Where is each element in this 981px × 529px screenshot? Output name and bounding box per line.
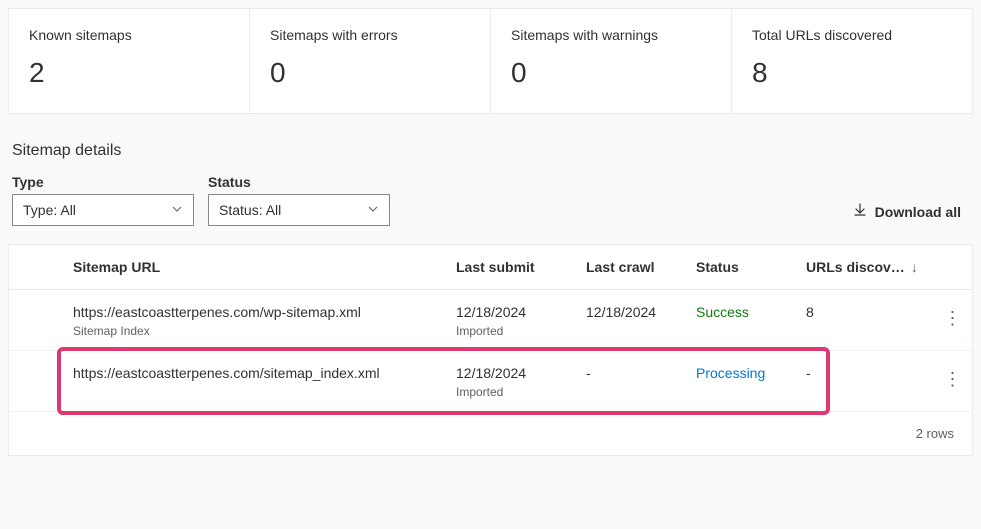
download-all-button[interactable]: Download all [845,197,969,226]
stat-label: Sitemaps with errors [270,27,470,43]
download-icon [853,203,867,220]
table-row[interactable]: https://eastcoastterpenes.com/wp-sitemap… [9,290,972,351]
sitemap-type: Sitemap Index [73,324,448,338]
status-value: Success [692,304,802,320]
col-last-crawl[interactable]: Last crawl [582,259,692,275]
table-row[interactable]: https://eastcoastterpenes.com/sitemap_in… [9,351,972,412]
type-dropdown-value: Type: All [23,202,76,218]
filters-row: Type Type: All Status Status: All Downlo… [12,174,973,226]
col-urls-discovered[interactable]: URLs discov… ↓ [802,259,932,275]
last-submit-date: 12/18/2024 [456,304,578,320]
filter-status-label: Status [208,174,390,190]
sort-arrow-down-icon: ↓ [911,259,918,275]
stat-card-sitemaps-warnings: Sitemaps with warnings 0 [491,9,732,113]
last-crawl-date: - [582,365,692,381]
filter-type-label: Type [12,174,194,190]
status-dropdown[interactable]: Status: All [208,194,390,226]
download-all-label: Download all [875,204,961,220]
submit-source: Imported [456,385,578,399]
last-submit-date: 12/18/2024 [456,365,578,381]
sitemap-url: https://eastcoastterpenes.com/wp-sitemap… [73,304,448,320]
stat-value: 2 [29,57,229,89]
row-more-button[interactable]: ⋮ [932,304,972,332]
stat-value: 0 [511,57,711,89]
stat-card-sitemaps-errors: Sitemaps with errors 0 [250,9,491,113]
table-header: Sitemap URL Last submit Last crawl Statu… [9,245,972,290]
section-title: Sitemap details [12,142,973,160]
sitemap-url: https://eastcoastterpenes.com/sitemap_in… [73,365,448,381]
type-dropdown[interactable]: Type: All [12,194,194,226]
col-status[interactable]: Status [692,259,802,275]
stat-value: 0 [270,57,470,89]
stat-value: 8 [752,57,952,89]
stat-label: Known sitemaps [29,27,229,43]
urls-discovered-value: - [802,365,932,381]
col-urls-label: URLs discov… [806,259,905,275]
urls-discovered-value: 8 [802,304,932,320]
stat-card-known-sitemaps: Known sitemaps 2 [9,9,250,113]
sitemap-table: Sitemap URL Last submit Last crawl Statu… [8,244,973,456]
last-crawl-date: 12/18/2024 [582,304,692,320]
stat-label: Total URLs discovered [752,27,952,43]
row-more-button[interactable]: ⋮ [932,365,972,393]
status-value: Processing [692,365,802,381]
stats-row: Known sitemaps 2 Sitemaps with errors 0 … [8,8,973,114]
chevron-down-icon [367,202,379,218]
col-last-submit[interactable]: Last submit [452,259,582,275]
more-vertical-icon: ⋮ [944,369,961,390]
col-sitemap-url[interactable]: Sitemap URL [69,259,452,275]
more-vertical-icon: ⋮ [944,308,961,329]
stat-label: Sitemaps with warnings [511,27,711,43]
status-dropdown-value: Status: All [219,202,281,218]
stat-card-total-urls: Total URLs discovered 8 [732,9,972,113]
filter-status: Status Status: All [208,174,390,226]
submit-source: Imported [456,324,578,338]
table-footer: 2 rows [9,412,972,455]
filter-type: Type Type: All [12,174,194,226]
chevron-down-icon [171,202,183,218]
